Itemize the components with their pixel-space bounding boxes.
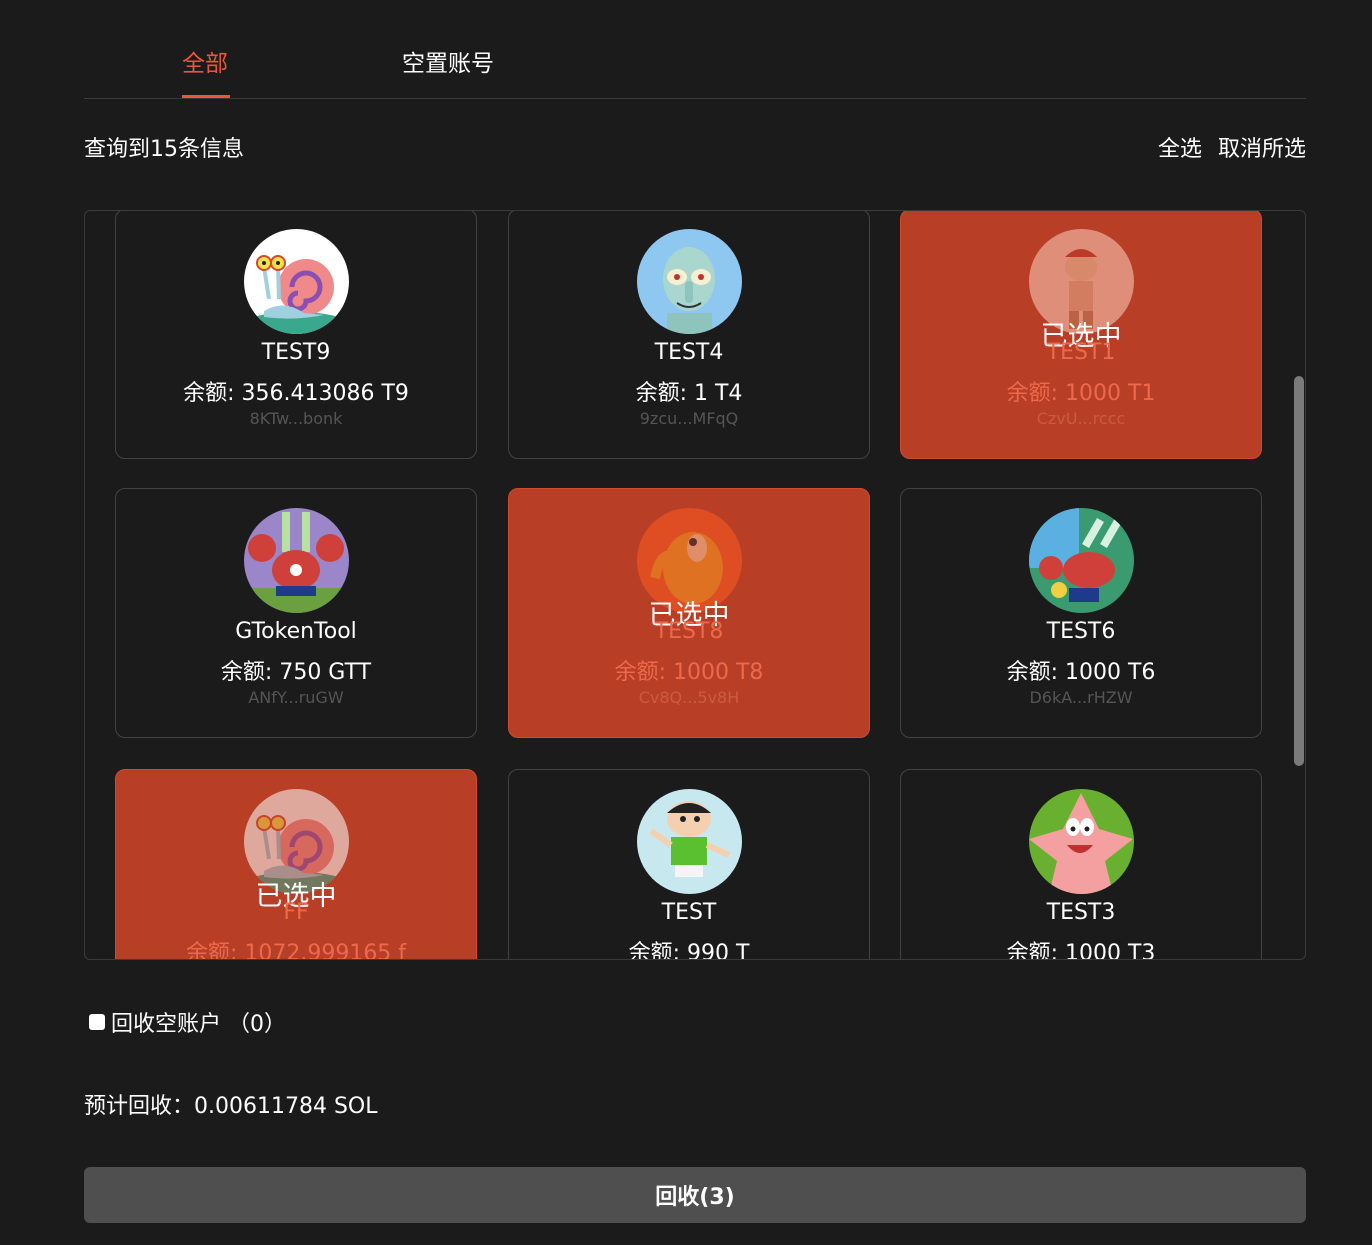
token-card[interactable]: 已选中 GTokenTool 余额: 750 GTT ANfY...ruGW [115,488,477,738]
crab-avatar-icon [244,508,349,613]
token-card[interactable]: 已选中 TEST1 余额: 1000 T1 CzvU...rccc [900,211,1262,459]
shinchan-avatar-icon [637,789,742,894]
token-balance: 余额: 990 T [628,941,750,960]
token-address: CzvU...rccc [1036,409,1126,428]
tab-bar: 全部 空置账号 [84,0,1306,99]
starfish-avatar-icon [1029,789,1134,894]
token-address: D6kA...rHZW [1029,688,1133,707]
selection-actions: 全选 取消所选 [1158,131,1306,163]
result-count: 查询到15条信息 [84,137,244,162]
token-name: TEST4 [654,340,724,365]
token-card[interactable]: 已选中 TEST9 余额: 356.413086 T9 8KTw...bonk [115,211,477,459]
token-card[interactable]: 已选中 TEST 余额: 990 T [508,769,870,960]
recycle-empty-label: 回收空账户 （0） [111,1012,286,1037]
active-tab-indicator [182,95,230,98]
estimated-recovery: 预计回收：0.00611784 SOL [84,1094,378,1119]
token-address: 8KTw...bonk [249,409,343,428]
token-balance: 余额: 1 T4 [635,381,743,406]
squid-avatar-icon [637,229,742,334]
deselect-all-button[interactable]: 取消所选 [1218,131,1306,163]
scrollbar[interactable] [1294,376,1304,766]
token-card[interactable]: 已选中 TEST4 余额: 1 T4 9zcu...MFqQ [508,211,870,459]
token-name: FF [283,900,309,925]
recycle-empty-option: 回收空账户 （0） [89,1006,286,1038]
token-address: 9zcu...MFqQ [639,409,739,428]
snail-avatar-icon [244,229,349,334]
token-balance: 余额: 356.413086 T9 [183,381,409,406]
token-balance: 余额: 1000 T1 [1006,381,1156,406]
token-balance: 余额: 1000 T6 [1006,660,1156,685]
tab-idle-accounts[interactable]: 空置账号 [402,44,494,78]
token-card[interactable]: 已选中 TEST3 余额: 1000 T3 [900,769,1262,960]
token-address: Cv8Q...5v8H [638,688,740,707]
recycle-empty-checkbox[interactable] [89,1014,105,1030]
token-name: TEST9 [261,340,331,365]
token-name: TEST1 [1046,340,1116,365]
token-balance: 余额: 1000 T8 [614,660,764,685]
token-name: GTokenTool [235,619,357,644]
token-balance: 余额: 750 GTT [220,660,372,685]
token-balance: 余额: 1072.999165 f [185,941,407,960]
token-card-list[interactable]: 已选中 TEST9 余额: 356.413086 T9 8KTw...bonk … [84,210,1306,960]
token-balance: 余额: 1000 T3 [1006,941,1156,960]
token-name: TEST3 [1046,900,1116,925]
select-all-button[interactable]: 全选 [1158,131,1202,163]
token-card[interactable]: 已选中 TEST6 余额: 1000 T6 D6kA...rHZW [900,488,1262,738]
recycle-button[interactable]: 回收(3) [84,1167,1306,1223]
crab-money-avatar-icon [1029,508,1134,613]
tab-all[interactable]: 全部 [182,44,228,78]
token-address: ANfY...ruGW [248,688,344,707]
token-name: TEST6 [1046,619,1116,644]
token-name: TEST8 [654,619,724,644]
token-card[interactable]: 已选中 TEST8 余额: 1000 T8 Cv8Q...5v8H [508,488,870,738]
token-name: TEST [661,900,717,925]
token-card[interactable]: 已选中 FF 余额: 1072.999165 f [115,769,477,960]
